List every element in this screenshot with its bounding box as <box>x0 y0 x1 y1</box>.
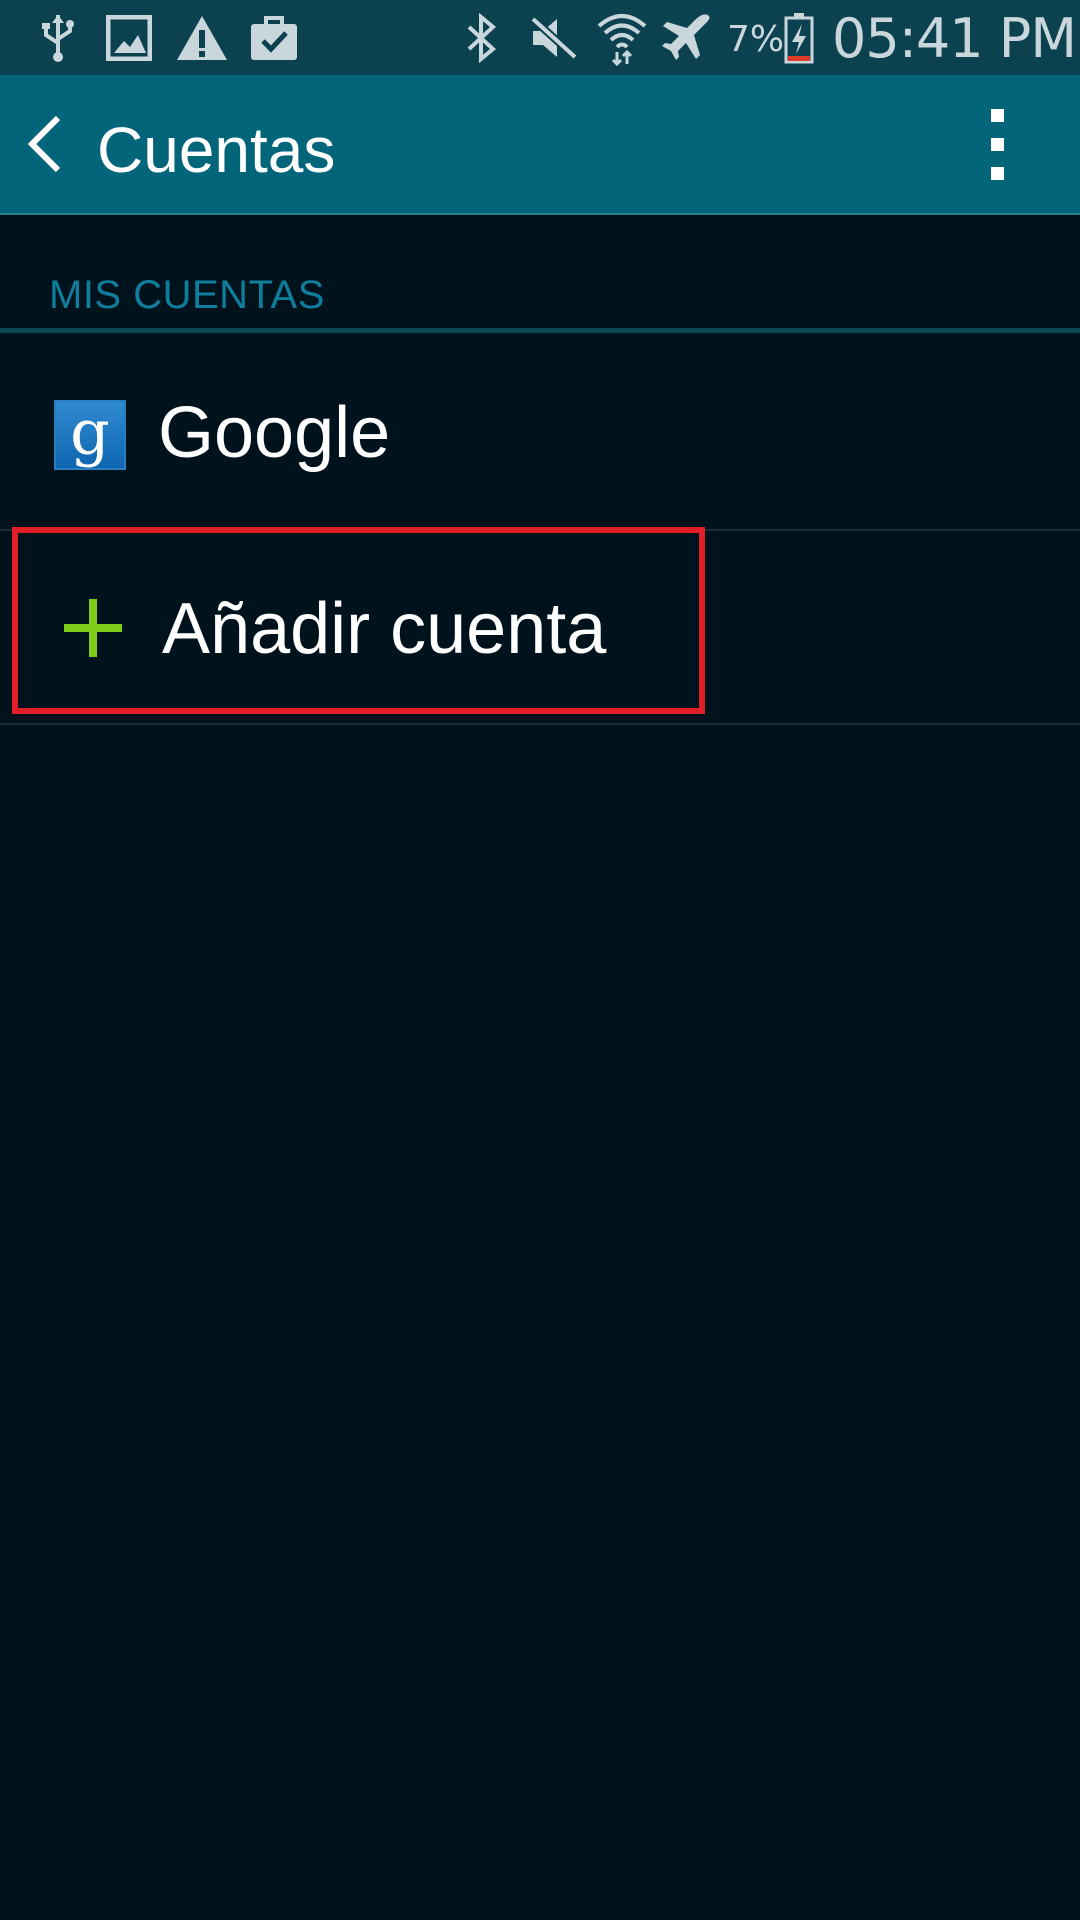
page-title: Cuentas <box>97 114 336 186</box>
airplane-icon <box>660 0 714 75</box>
gallery-icon <box>104 0 154 75</box>
warning-icon <box>174 0 230 75</box>
usb-icon <box>36 0 80 75</box>
status-clock: 05:41 PM <box>832 7 1077 70</box>
battery-charging-icon <box>784 0 814 75</box>
add-account-label: Añadir cuenta <box>162 589 607 669</box>
add-account-row[interactable]: Añadir cuenta <box>0 531 1080 725</box>
mute-icon <box>528 0 580 75</box>
accounts-screen: 7% 05:41 PM Cuentas MIS CUENTAS g Google… <box>0 0 1080 1920</box>
bluetooth-icon <box>462 0 502 75</box>
back-button[interactable] <box>12 75 80 213</box>
battery-percent: 7% <box>727 19 785 60</box>
account-label: Google <box>158 393 391 473</box>
section-header: MIS CUENTAS <box>0 215 1080 333</box>
google-icon: g <box>54 396 126 470</box>
wifi-icon <box>594 0 650 75</box>
more-vertical-icon <box>990 101 1004 188</box>
plus-icon <box>64 599 122 657</box>
section-header-label: MIS CUENTAS <box>49 273 325 317</box>
status-bar: 7% 05:41 PM <box>0 0 1080 75</box>
chevron-left-icon <box>27 115 61 173</box>
account-row-google[interactable]: g Google <box>0 336 1080 531</box>
google-icon-glyph: g <box>70 396 110 469</box>
overflow-menu-button[interactable] <box>962 75 1032 213</box>
briefcase-check-icon <box>248 0 300 75</box>
action-bar: Cuentas <box>0 75 1080 215</box>
